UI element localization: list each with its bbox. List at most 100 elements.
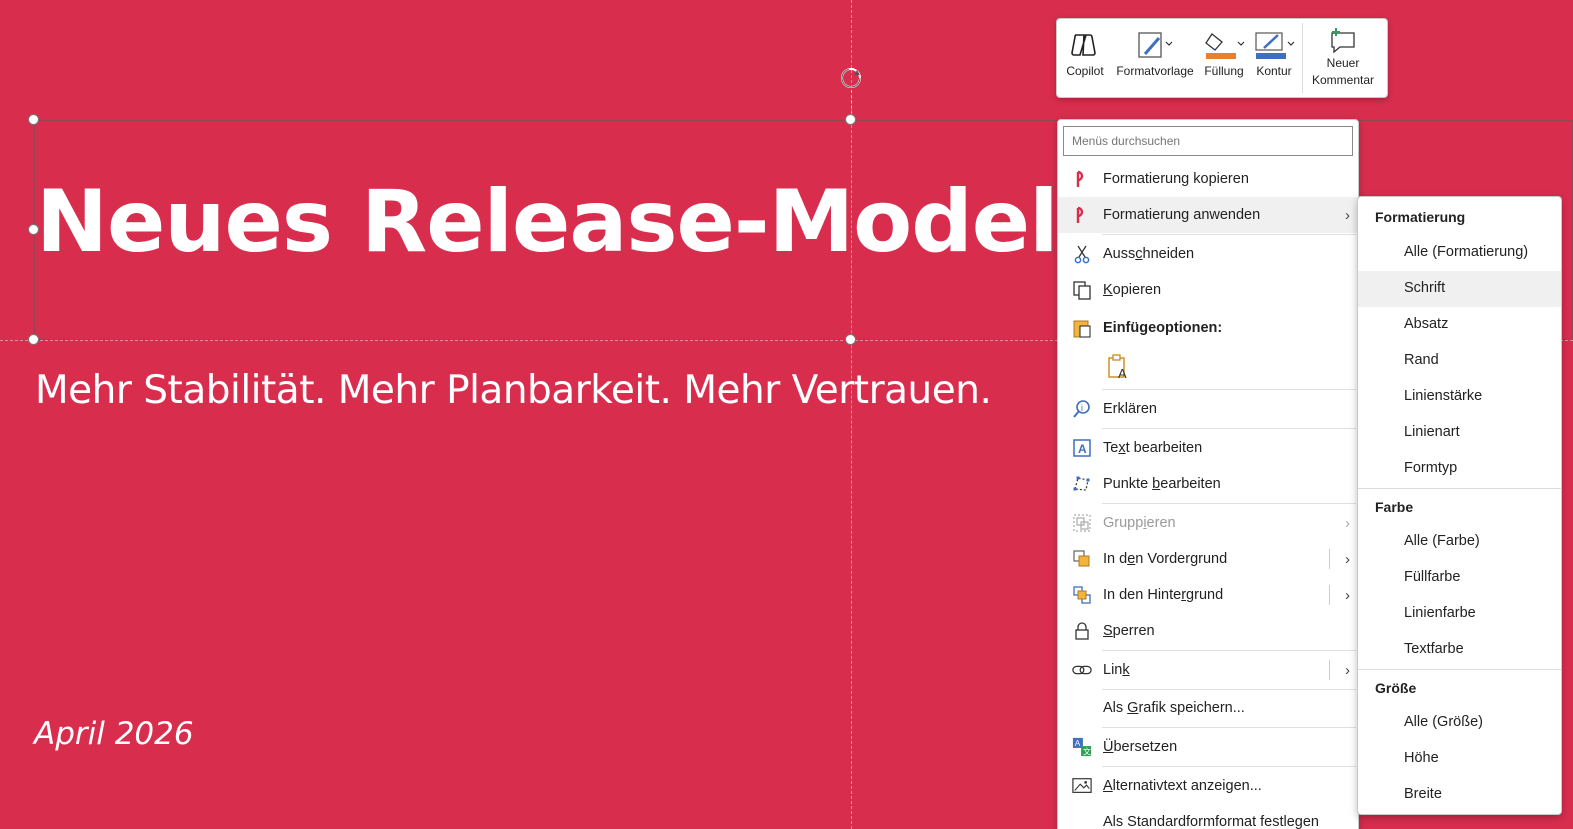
search-explain-icon: i	[1072, 399, 1092, 419]
chevron-right-icon: ›	[1345, 514, 1350, 532]
menu-label: In den Hintergrund	[1103, 587, 1224, 603]
submenu-separator	[1358, 669, 1561, 670]
link-icon	[1072, 660, 1092, 680]
resize-handle-top-center[interactable]	[845, 114, 856, 125]
menu-item-apply-format[interactable]: Formatierung anwenden ›	[1058, 197, 1358, 233]
menu-separator	[1102, 650, 1356, 651]
chevron-right-icon: ›	[1345, 206, 1350, 224]
menu-label: Als Standardformformat festlegen	[1103, 814, 1319, 829]
outline-button[interactable]: Kontur	[1249, 23, 1299, 93]
menu-label: Formatierung kopieren	[1103, 171, 1249, 187]
submenu-item[interactable]: Linienfarbe	[1358, 596, 1561, 632]
copilot-label: Copilot	[1066, 64, 1104, 78]
paste-keep-text-only-button[interactable]: A	[1058, 348, 1358, 388]
resize-handle-top-left[interactable]	[28, 114, 39, 125]
new-comment-button[interactable]: Neuer Kommentar	[1306, 23, 1380, 93]
menu-label: Kopieren	[1103, 282, 1162, 298]
submenu-item[interactable]: Alle (Formatierung)	[1358, 235, 1561, 271]
menu-separator	[1102, 503, 1356, 504]
menu-label: Alternativtext anzeigen...	[1103, 778, 1262, 794]
menu-item-cut[interactable]: Ausschneiden	[1058, 236, 1358, 272]
svg-text:i: i	[1081, 403, 1083, 413]
menu-item-group[interactable]: Gruppieren ›	[1058, 505, 1358, 541]
menu-item-save-as-graphic[interactable]: Als Grafik speichern...	[1058, 690, 1358, 726]
submenu-item[interactable]: Füllfarbe	[1358, 560, 1561, 596]
paste-text-only-icon: A	[1106, 354, 1132, 380]
mini-toolbar: Copilot Formatvorlage Füllung Kontur Neu…	[1056, 18, 1388, 98]
menu-label: Ausschneiden	[1103, 246, 1195, 262]
slide-title[interactable]: Neues Release-Modell	[36, 172, 1087, 272]
submenu-item[interactable]: Alle (Farbe)	[1358, 524, 1561, 560]
chevron-right-icon[interactable]: ›	[1345, 662, 1350, 679]
text-box-icon: A	[1072, 438, 1092, 458]
submenu-item[interactable]: Schrift	[1358, 271, 1561, 307]
new-comment-label-2: Kommentar	[1311, 73, 1375, 87]
slide-date[interactable]: April 2026	[34, 716, 194, 752]
menu-label: Übersetzen	[1103, 739, 1178, 755]
menu-label: Punkte bearbeiten	[1103, 476, 1221, 492]
resize-handle-bottom-center[interactable]	[845, 334, 856, 345]
fill-button[interactable]: Füllung	[1199, 23, 1249, 93]
svg-text:A: A	[1078, 442, 1087, 456]
pen-outline-icon	[1252, 27, 1296, 63]
resize-handle-bottom-left[interactable]	[28, 334, 39, 345]
menu-separator	[1102, 766, 1356, 767]
chevron-right-icon[interactable]: ›	[1345, 587, 1350, 604]
split-separator	[1329, 660, 1330, 680]
svg-text:文: 文	[1083, 746, 1091, 756]
menu-item-link[interactable]: Link ›	[1058, 652, 1358, 688]
menu-item-set-default-shape[interactable]: Als Standardformformat festlegen	[1058, 804, 1358, 829]
svg-text:A: A	[1118, 366, 1127, 380]
menu-label: Erklären	[1103, 401, 1157, 417]
menu-item-alt-text[interactable]: Alternativtext anzeigen...	[1058, 768, 1358, 804]
menu-label: Text bearbeiten	[1103, 440, 1203, 456]
toolbar-separator	[1302, 23, 1303, 93]
rotate-handle-icon[interactable]	[839, 66, 863, 90]
menu-item-explain[interactable]: i Erklären	[1058, 391, 1358, 427]
menu-separator	[1102, 234, 1356, 235]
menu-item-send-to-back[interactable]: In den Hintergrund ›	[1058, 577, 1358, 613]
submenu-heading-formatting: Formatierung	[1375, 209, 1466, 225]
submenu-item[interactable]: Rand	[1358, 343, 1561, 379]
submenu-item[interactable]: Formtyp	[1358, 451, 1561, 487]
format-painter-icon	[1072, 169, 1092, 189]
menu-item-edit-text[interactable]: A Text bearbeiten	[1058, 430, 1358, 466]
menu-search-input[interactable]	[1063, 126, 1353, 156]
menu-item-bring-to-front[interactable]: In den Vordergrund ›	[1058, 541, 1358, 577]
menu-item-lock[interactable]: Sperren	[1058, 613, 1358, 649]
submenu-item[interactable]: Breite	[1358, 777, 1561, 813]
menu-label: Einfügeoptionen:	[1103, 320, 1223, 336]
submenu-item[interactable]: Textfarbe	[1358, 632, 1561, 668]
menu-item-translate[interactable]: A文 Übersetzen	[1058, 729, 1358, 765]
submenu-item[interactable]: Höhe	[1358, 741, 1561, 777]
paint-bucket-icon	[1202, 27, 1246, 63]
submenu-item[interactable]: Linienart	[1358, 415, 1561, 451]
format-painter-icon	[1072, 205, 1092, 225]
format-template-button[interactable]: Formatvorlage	[1111, 23, 1199, 93]
menu-separator	[1102, 389, 1356, 390]
submenu-item[interactable]: Absatz	[1358, 307, 1561, 343]
menu-separator	[1102, 727, 1356, 728]
submenu-item[interactable]: Linienstärke	[1358, 379, 1561, 415]
submenu-heading-color: Farbe	[1375, 499, 1414, 515]
submenu-item[interactable]: Alle (Größe)	[1358, 705, 1561, 741]
menu-label: Als Grafik speichern...	[1103, 700, 1245, 716]
format-template-icon	[1135, 27, 1175, 63]
context-menu: Formatierung kopieren Formatierung anwen…	[1057, 119, 1359, 829]
submenu-heading-size: Größe	[1375, 680, 1417, 696]
menu-item-edit-points[interactable]: Punkte bearbeiten	[1058, 466, 1358, 502]
chevron-right-icon[interactable]: ›	[1345, 551, 1350, 568]
menu-item-copy[interactable]: Kopieren	[1058, 272, 1358, 308]
copilot-button[interactable]: Copilot	[1059, 23, 1111, 93]
outline-label: Kontur	[1256, 64, 1292, 78]
group-icon	[1072, 513, 1092, 533]
svg-text:A: A	[1075, 739, 1081, 748]
slide-subtitle[interactable]: Mehr Stabilität. Mehr Planbarkeit. Mehr …	[35, 368, 992, 413]
split-separator	[1329, 549, 1330, 569]
menu-item-copy-format[interactable]: Formatierung kopieren	[1058, 161, 1358, 197]
alt-text-icon	[1072, 776, 1092, 796]
comment-add-icon	[1327, 27, 1359, 55]
translate-icon: A文	[1072, 737, 1092, 757]
menu-label: Sperren	[1103, 623, 1155, 639]
lock-icon	[1072, 621, 1092, 641]
